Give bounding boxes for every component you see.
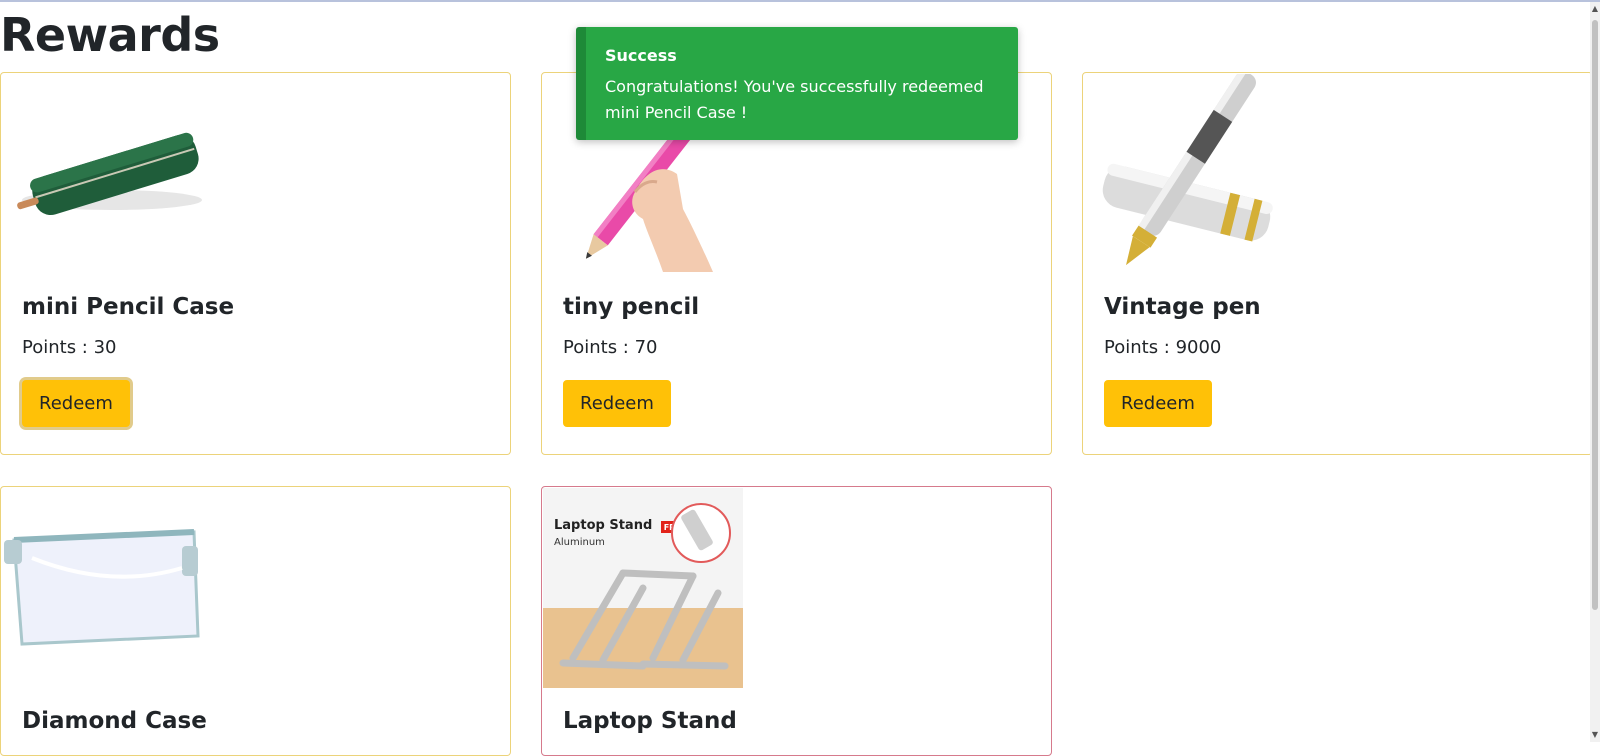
laptop-stand-image-caption: Laptop Stand bbox=[554, 518, 652, 533]
clear-case-icon bbox=[2, 488, 202, 688]
reward-card-diamond-case: Diamond Case bbox=[0, 486, 511, 756]
reward-name: Vintage pen bbox=[1104, 294, 1261, 320]
laptop-stand-icon: Laptop Stand Aluminum FREE bbox=[543, 488, 743, 688]
laptop-stand-image-subcaption: Aluminum bbox=[554, 537, 605, 548]
browser-top-edge bbox=[0, 0, 1600, 2]
success-toast[interactable]: Success Congratulations! You've successf… bbox=[576, 27, 1018, 140]
reward-name: tiny pencil bbox=[563, 294, 700, 320]
page-title: Rewards bbox=[0, 8, 220, 62]
redeem-button[interactable]: Redeem bbox=[22, 380, 130, 427]
scrollbar-thumb[interactable] bbox=[1592, 20, 1598, 610]
reward-points: Points : 30 bbox=[22, 337, 117, 358]
scroll-up-arrow-icon[interactable]: ▲ bbox=[1590, 4, 1600, 14]
reward-card-mini-pencil-case: mini Pencil Case Points : 30 Redeem bbox=[0, 72, 511, 455]
reward-name: mini Pencil Case bbox=[22, 294, 235, 320]
reward-points: Points : 9000 bbox=[1104, 337, 1222, 358]
redeem-button[interactable]: Redeem bbox=[1104, 380, 1212, 427]
reward-name: Laptop Stand bbox=[563, 708, 737, 734]
scroll-down-arrow-icon[interactable]: ▼ bbox=[1590, 730, 1600, 740]
pencil-case-icon bbox=[2, 74, 202, 274]
reward-card-vintage-pen: Vintage pen Points : 9000 Redeem bbox=[1082, 72, 1593, 455]
reward-points: Points : 70 bbox=[563, 337, 658, 358]
toast-message: Congratulations! You've successfully red… bbox=[605, 77, 984, 122]
toast-title: Success bbox=[605, 46, 677, 65]
reward-card-laptop-stand: Laptop Stand Aluminum FREE Laptop Stand bbox=[541, 486, 1052, 756]
reward-name: Diamond Case bbox=[22, 708, 207, 734]
page-scrollbar[interactable]: ▲ ▼ bbox=[1590, 2, 1600, 742]
fountain-pen-icon bbox=[1084, 74, 1284, 274]
redeem-button[interactable]: Redeem bbox=[563, 380, 671, 427]
